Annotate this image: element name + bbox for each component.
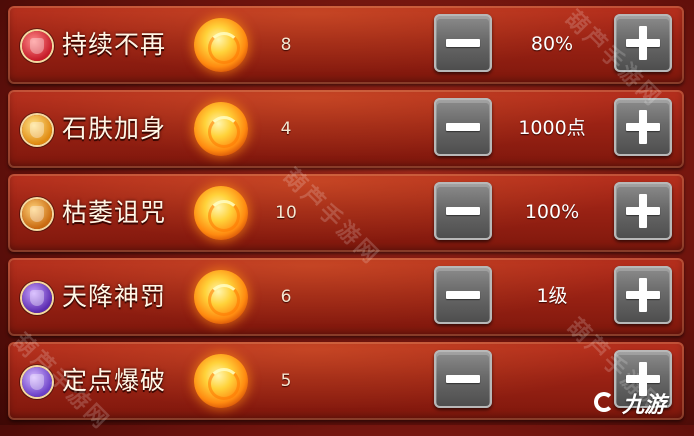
increase-button[interactable]: [614, 14, 672, 72]
skill-row: 持续不再 8 80%: [8, 6, 684, 84]
skill-row: 枯萎诅咒 10 100%: [8, 174, 684, 252]
gold-shield-icon: [22, 115, 52, 145]
skill-value: 80%: [530, 33, 574, 55]
jiuyou-logo: 九游: [592, 388, 666, 418]
skill-row: 石肤加身 4 1000点: [8, 90, 684, 168]
skill-name: 石肤加身: [62, 114, 167, 143]
decrease-button[interactable]: [434, 98, 492, 156]
skill-value: 100%: [524, 201, 580, 223]
fire-orb-icon: [194, 270, 248, 324]
decrease-button[interactable]: [434, 266, 492, 324]
skill-cost: 10: [275, 203, 297, 223]
skill-panel: 持续不再 8 80% 石肤加身 4 1000点 枯萎诅咒 10 100% 天降神…: [0, 0, 694, 435]
skill-cost: 6: [280, 287, 292, 307]
skill-name: 定点爆破: [62, 366, 167, 395]
skill-value: 1级: [536, 285, 568, 307]
skill-row: 定点爆破 5: [8, 342, 684, 420]
increase-button[interactable]: [614, 98, 672, 156]
increase-button[interactable]: [614, 266, 672, 324]
fire-orb-icon: [194, 102, 248, 156]
skill-cost: 5: [280, 371, 292, 391]
fire-orb-icon: [194, 18, 248, 72]
skill-cost: 4: [280, 119, 292, 139]
red-shield-icon: [22, 31, 52, 61]
skill-cost: 8: [280, 35, 292, 55]
fire-orb-icon: [194, 186, 248, 240]
logo-text: 九游: [622, 393, 667, 418]
decrease-button[interactable]: [434, 182, 492, 240]
jiuyou-logo-icon: [592, 390, 618, 416]
bomb-icon: [22, 367, 52, 397]
skill-row: 天降神罚 6 1级: [8, 258, 684, 336]
fire-orb-icon: [194, 354, 248, 408]
skill-name: 天降神罚: [62, 282, 167, 311]
skill-name: 持续不再: [62, 30, 167, 59]
skill-value: 1000点: [518, 117, 586, 139]
skill-name: 枯萎诅咒: [62, 198, 167, 227]
broken-heart-icon: [22, 199, 52, 229]
lightning-icon: [22, 283, 52, 313]
increase-button[interactable]: [614, 182, 672, 240]
decrease-button[interactable]: [434, 350, 492, 408]
decrease-button[interactable]: [434, 14, 492, 72]
